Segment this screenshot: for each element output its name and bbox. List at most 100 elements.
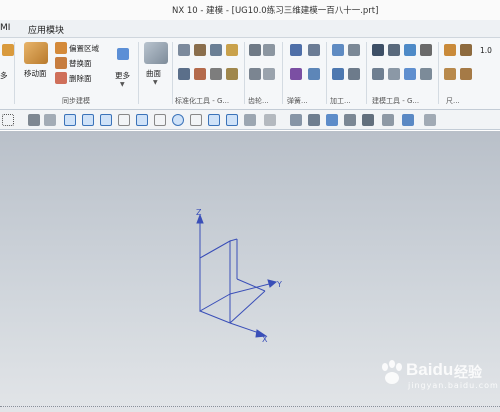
spring-icon[interactable] xyxy=(308,68,320,80)
watermark-domain: jingyan.baidu.com xyxy=(408,381,499,390)
plus-icon[interactable] xyxy=(208,114,220,126)
dimension-icon[interactable] xyxy=(460,68,472,80)
replace-face-button[interactable]: 替换面 xyxy=(69,58,92,69)
group-label-modeling-tools: 建模工具 - G... xyxy=(372,97,420,105)
offset-region-icon[interactable] xyxy=(55,42,67,54)
group-label-dimension: 尺... xyxy=(446,97,460,105)
tool-icon[interactable] xyxy=(210,44,222,56)
tool-icon[interactable] xyxy=(194,68,206,80)
title-bar: NX 10 - 建模 - [UG10.0练习三维建模一百八十一.prt] xyxy=(0,0,500,20)
more-label-partial[interactable]: 多 xyxy=(0,70,8,81)
snap-icon[interactable] xyxy=(154,114,166,126)
tool-icon[interactable] xyxy=(226,44,238,56)
spring-icon[interactable] xyxy=(290,68,302,80)
view-icon[interactable] xyxy=(382,114,394,126)
group-label-machining: 加工... xyxy=(330,97,351,105)
tool-icon[interactable] xyxy=(372,68,384,80)
group-label-spring: 弹簧... xyxy=(287,97,308,105)
surface-icon[interactable] xyxy=(144,42,168,64)
z-axis-label: Z xyxy=(196,208,202,217)
group-separator xyxy=(14,42,15,104)
baidu-watermark: Baidu 经验 jingyan.baidu.com xyxy=(378,355,498,395)
snap-point-icon[interactable] xyxy=(64,114,76,126)
render-style-icon[interactable] xyxy=(362,114,374,126)
view-icon[interactable] xyxy=(264,114,276,126)
snap-icon[interactable] xyxy=(244,114,256,126)
curve-icon[interactable] xyxy=(118,114,130,126)
triangle-icon[interactable] xyxy=(372,44,384,56)
view-icon[interactable] xyxy=(344,114,356,126)
group-separator xyxy=(282,42,283,104)
viewport-border xyxy=(0,406,500,407)
paw-logo-icon xyxy=(382,360,402,384)
ribbon: 多 移动面 偏置区域 替换面 删除面 更多 ▼ 同步建模 曲面 ▼ 标准化工具 … xyxy=(0,38,500,110)
gear-icon[interactable] xyxy=(263,44,275,56)
dimension-icon[interactable] xyxy=(460,44,472,56)
delete-face-button[interactable]: 删除面 xyxy=(69,73,92,84)
group-label-standard-tools: 标准化工具 - G... xyxy=(175,97,230,105)
snap-line-icon[interactable] xyxy=(226,114,238,126)
y-axis-line xyxy=(229,282,274,295)
group-separator xyxy=(244,42,245,104)
window-title: NX 10 - 建模 - [UG10.0练习三维建模一百八十一.prt] xyxy=(172,6,379,16)
view-icon[interactable] xyxy=(402,114,414,126)
view-icon[interactable] xyxy=(290,114,302,126)
tool-icon[interactable] xyxy=(420,68,432,80)
tool-icon[interactable] xyxy=(226,68,238,80)
surface-button[interactable]: 曲面 xyxy=(146,68,161,79)
tool-icon[interactable] xyxy=(210,68,222,80)
menu-bar: MI 应用模块 xyxy=(0,20,500,38)
spring-icon[interactable] xyxy=(308,44,320,56)
machining-icon[interactable] xyxy=(332,44,344,56)
group-separator xyxy=(438,42,439,104)
machining-icon[interactable] xyxy=(332,68,344,80)
tool-icon[interactable] xyxy=(420,44,432,56)
offset-region-button[interactable]: 偏置区域 xyxy=(69,43,99,54)
replace-face-icon[interactable] xyxy=(55,57,67,69)
x-axis-label: X xyxy=(262,335,268,344)
snap-icon[interactable] xyxy=(136,114,148,126)
circle-center-icon[interactable] xyxy=(172,114,184,126)
delete-face-icon[interactable] xyxy=(55,72,67,84)
tool-icon[interactable] xyxy=(388,68,400,80)
gear-icon[interactable] xyxy=(263,68,275,80)
tool-icon[interactable] xyxy=(404,68,416,80)
move-face-icon[interactable] xyxy=(24,42,48,64)
more-button[interactable]: 更多 xyxy=(115,70,130,81)
dimension-icon[interactable] xyxy=(444,44,456,56)
watermark-sub: 经验 xyxy=(454,364,482,380)
tool-icon[interactable] xyxy=(178,68,190,80)
machining-icon[interactable] xyxy=(348,68,360,80)
dimension-icon[interactable] xyxy=(444,68,456,80)
machining-icon[interactable] xyxy=(348,44,360,56)
tool-icon[interactable] xyxy=(194,44,206,56)
chevron-down-icon[interactable]: ▼ xyxy=(120,81,125,88)
move-face-button[interactable]: 移动面 xyxy=(24,68,47,79)
gear-icon[interactable] xyxy=(249,68,261,80)
group-separator xyxy=(138,42,139,104)
select-box-icon[interactable] xyxy=(2,114,14,126)
chevron-down-icon[interactable]: ▼ xyxy=(153,79,158,86)
counter-partial: 1.0 xyxy=(480,46,492,55)
snap-icon[interactable] xyxy=(190,114,202,126)
view-icon[interactable] xyxy=(424,114,436,126)
menu-item-partial[interactable]: MI xyxy=(0,23,10,33)
group-separator xyxy=(172,42,173,104)
tool-icon[interactable] xyxy=(404,44,416,56)
y-axis-label: Y xyxy=(276,280,282,289)
selection-toolbar xyxy=(0,110,500,130)
gear-icon[interactable] xyxy=(249,44,261,56)
filter-icon[interactable] xyxy=(44,114,56,126)
snap-line-icon[interactable] xyxy=(100,114,112,126)
spring-icon[interactable] xyxy=(290,44,302,56)
tool-icon[interactable] xyxy=(388,44,400,56)
tool-icon[interactable] xyxy=(178,44,190,56)
view-icon[interactable] xyxy=(308,114,320,126)
group-separator xyxy=(326,42,327,104)
snap-line-icon[interactable] xyxy=(82,114,94,126)
refresh-icon[interactable] xyxy=(117,48,129,60)
rotate-icon[interactable] xyxy=(326,114,338,126)
partial-command-icon[interactable] xyxy=(2,44,14,56)
menu-item-app-module[interactable]: 应用模块 xyxy=(28,23,64,36)
filter-icon[interactable] xyxy=(28,114,40,126)
